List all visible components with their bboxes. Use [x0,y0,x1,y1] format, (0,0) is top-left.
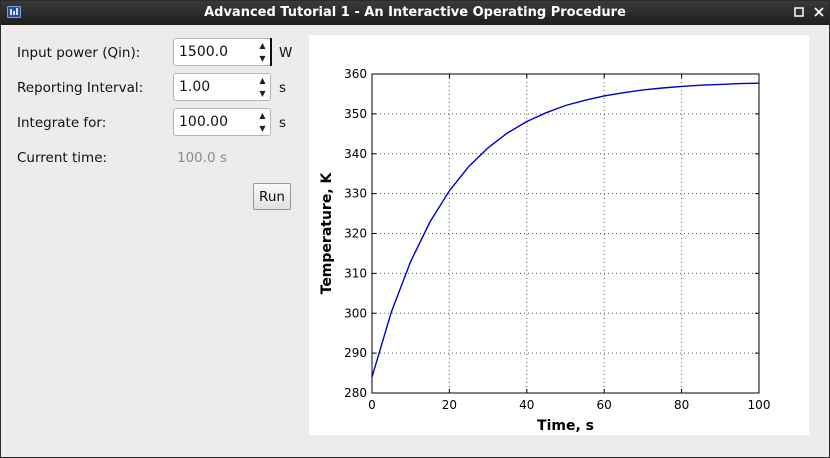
maximize-button[interactable] [791,4,807,20]
integrate-for-label: Integrate for: [17,115,107,131]
x-tick-label: 20 [442,398,457,412]
x-axis-label: Time, s [537,418,594,434]
y-tick-label: 340 [344,147,367,161]
x-tick-label: 80 [674,398,689,412]
reporting-interval-label: Reporting Interval: [17,80,144,96]
integrate-for-field[interactable] [174,109,259,135]
triangle-down-icon[interactable]: ▼ [255,52,270,65]
triangle-down-icon[interactable]: ▼ [255,122,270,135]
temperature-chart: 0 20 40 60 80 100 280 290 300 310 320 330 340 350 360 T… [319,67,771,434]
current-time-label: Current time: [17,150,108,166]
input-power-label: Input power (Qin): [17,45,141,61]
y-tick-label: 310 [344,266,367,280]
current-time-value: 100.0 s [177,150,227,166]
x-tick-label: 40 [519,398,534,412]
triangle-up-icon[interactable]: ▲ [255,74,270,87]
series-line [371,82,760,378]
triangle-down-icon[interactable]: ▼ [255,87,270,100]
y-tick-label: 300 [344,306,367,320]
integrate-for-unit: s [279,115,287,131]
control-panel: Input power (Qin): ▲ ▼ W Reporting Inter… [1,25,301,445]
triangle-up-icon[interactable]: ▲ [255,39,270,52]
y-tick-label: 280 [344,386,367,400]
input-power-unit: W [279,45,293,61]
y-tick-label: 360 [344,67,367,81]
close-button[interactable] [811,4,827,20]
integrate-for-spinbox[interactable]: ▲ ▼ [173,108,271,136]
reporting-interval-spinbox[interactable]: ▲ ▼ [173,73,271,101]
x-tick-label: 0 [368,398,376,412]
title-bar[interactable]: Advanced Tutorial 1 - An Interactive Ope… [1,1,829,25]
reporting-interval-unit: s [279,80,287,96]
y-axis-label: Temperature, K [319,171,335,294]
run-button[interactable]: Run [253,183,291,210]
maximize-icon [794,7,804,17]
x-tick-label: 100 [748,398,771,412]
input-power-field[interactable] [174,39,259,65]
triangle-up-icon[interactable]: ▲ [255,109,270,122]
app-window: Advanced Tutorial 1 - An Interactive Ope… [0,0,830,458]
close-icon [814,7,824,17]
y-tick-label: 330 [344,187,367,201]
y-tick-label: 320 [344,227,367,241]
text-cursor [270,38,272,66]
reporting-interval-field[interactable] [174,74,259,100]
x-tick-label: 60 [597,398,612,412]
input-power-spinbox[interactable]: ▲ ▼ [173,38,272,66]
plot-canvas: 0 20 40 60 80 100 280 290 300 310 320 330 340 350 360 T… [309,35,809,435]
y-tick-label: 350 [344,107,367,121]
window-title: Advanced Tutorial 1 - An Interactive Ope… [204,5,626,20]
y-tick-label: 290 [344,346,367,360]
